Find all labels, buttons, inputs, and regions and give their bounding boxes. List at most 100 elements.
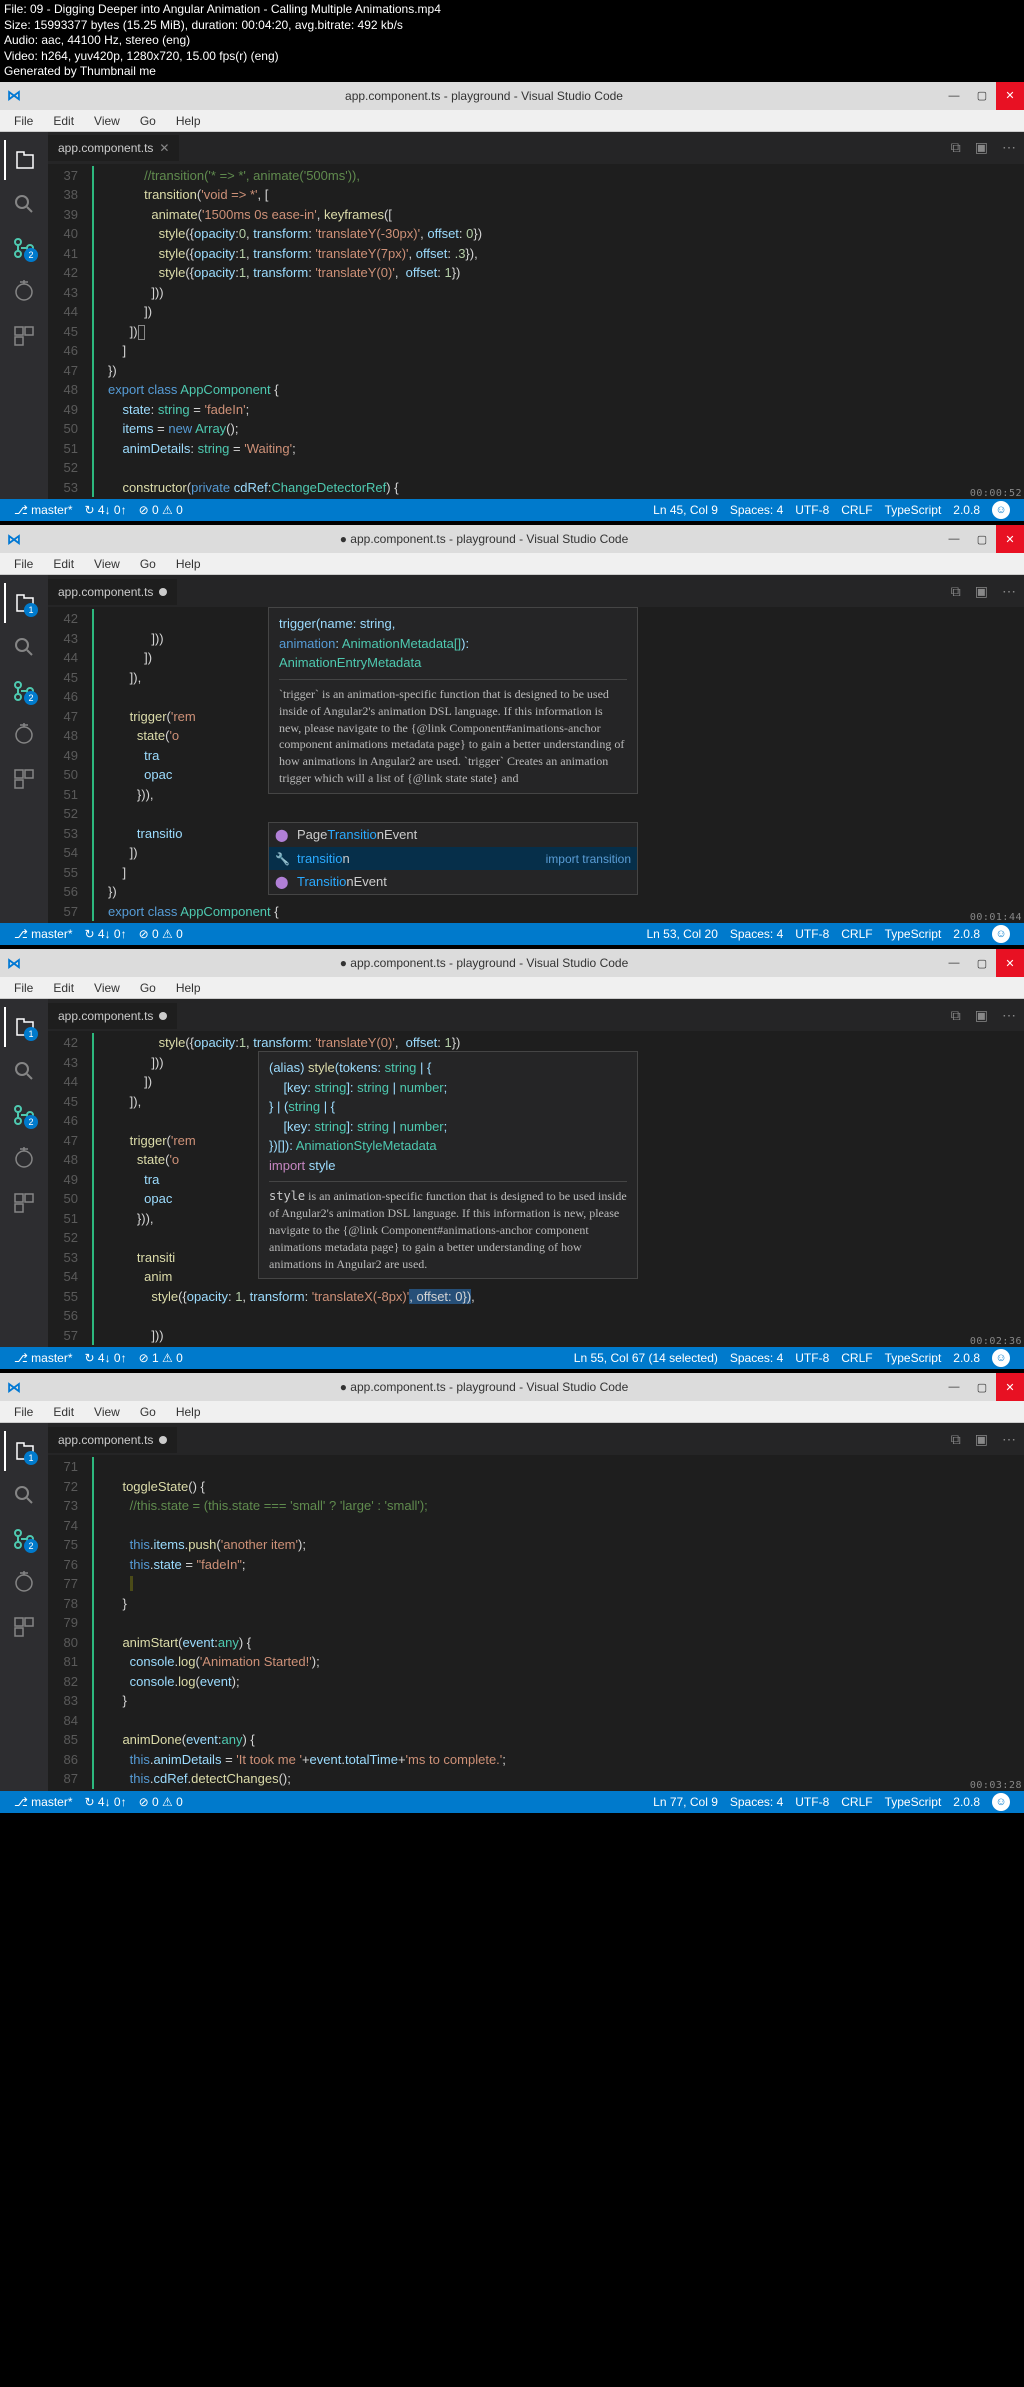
debug-icon[interactable] <box>4 272 44 312</box>
cursor-position[interactable]: Ln 55, Col 67 (14 selected) <box>568 1351 724 1365</box>
code-line[interactable]: 85 animDone(event:any) { <box>48 1730 1024 1750</box>
eol[interactable]: CRLF <box>835 1351 878 1365</box>
debug-icon[interactable] <box>4 1563 44 1603</box>
menu-edit[interactable]: Edit <box>43 112 84 129</box>
git-sync[interactable]: ↻ 4↓ 0↑ <box>79 927 133 941</box>
scm-icon[interactable]: 2 <box>4 1519 44 1559</box>
tab-app-component[interactable]: app.component.ts <box>48 1426 177 1453</box>
scm-icon[interactable]: 2 <box>4 1095 44 1135</box>
eol[interactable]: CRLF <box>835 927 878 941</box>
suggest-item[interactable]: ⬤ PageTransitionEvent <box>269 823 637 847</box>
feedback-icon[interactable]: ☺ <box>986 501 1016 519</box>
maximize-button[interactable]: ▢ <box>968 949 996 977</box>
code-line[interactable]: 77 <box>48 1574 1024 1594</box>
more-icon[interactable]: ⋯ <box>1002 583 1016 600</box>
code-line[interactable]: 73 //this.state = (this.state === 'small… <box>48 1496 1024 1516</box>
close-button[interactable]: ✕ <box>996 82 1024 110</box>
code-line[interactable]: 78 } <box>48 1594 1024 1614</box>
code-line[interactable]: 57 export class AppComponent { <box>48 902 1024 922</box>
encoding[interactable]: UTF-8 <box>789 1795 835 1809</box>
maximize-button[interactable]: ▢ <box>968 82 996 110</box>
indent[interactable]: Spaces: 4 <box>724 503 789 517</box>
debug-icon[interactable] <box>4 1139 44 1179</box>
split-icon[interactable]: ⧉ <box>951 1007 961 1024</box>
language[interactable]: TypeScript <box>879 1795 948 1809</box>
code-line[interactable]: 87 this.cdRef.detectChanges(); <box>48 1769 1024 1789</box>
code-line[interactable]: 71 <box>48 1457 1024 1477</box>
problems[interactable]: ⊘ 1 ⚠ 0 <box>133 1351 189 1365</box>
indent[interactable]: Spaces: 4 <box>724 1351 789 1365</box>
cursor-position[interactable]: Ln 53, Col 20 <box>640 927 723 941</box>
encoding[interactable]: UTF-8 <box>789 927 835 941</box>
code-line[interactable]: 48 export class AppComponent { <box>48 380 1024 400</box>
code-line[interactable]: 76 this.state = "fadeIn"; <box>48 1555 1024 1575</box>
ts-version[interactable]: 2.0.8 <box>947 927 986 941</box>
scm-icon[interactable]: 2 <box>4 228 44 268</box>
split-icon[interactable]: ⧉ <box>951 1431 961 1448</box>
code-line[interactable]: 38 transition('void => *', [ <box>48 185 1024 205</box>
suggest-item[interactable]: ⬤ TransitionEvent <box>269 870 637 894</box>
menu-go[interactable]: Go <box>130 555 166 572</box>
feedback-icon[interactable]: ☺ <box>986 1349 1016 1367</box>
more-icon[interactable]: ⋯ <box>1002 1431 1016 1448</box>
menu-view[interactable]: View <box>84 979 130 996</box>
code-line[interactable]: 83 } <box>48 1691 1024 1711</box>
explorer-icon[interactable] <box>4 140 44 180</box>
split-icon[interactable]: ⧉ <box>951 139 961 156</box>
code-line[interactable]: 46 ] <box>48 341 1024 361</box>
tab-close-icon[interactable]: ✕ <box>159 141 169 155</box>
code-editor[interactable]: 37 //transition('* => *', animate('500ms… <box>48 164 1024 500</box>
menu-help[interactable]: Help <box>166 1403 211 1420</box>
split-icon[interactable]: ⧉ <box>951 583 961 600</box>
menu-view[interactable]: View <box>84 555 130 572</box>
code-line[interactable]: 53 constructor(private cdRef:ChangeDetec… <box>48 478 1024 498</box>
search-icon[interactable] <box>4 1475 44 1515</box>
debug-icon[interactable] <box>4 715 44 755</box>
menu-help[interactable]: Help <box>166 555 211 572</box>
code-line[interactable]: 43 ])) <box>48 283 1024 303</box>
code-line[interactable]: 84 <box>48 1711 1024 1731</box>
scm-icon[interactable]: 2 <box>4 671 44 711</box>
menu-view[interactable]: View <box>84 1403 130 1420</box>
code-line[interactable]: 40 style({opacity:0, transform: 'transla… <box>48 224 1024 244</box>
ts-version[interactable]: 2.0.8 <box>947 1795 986 1809</box>
git-branch[interactable]: ⎇ master* <box>8 927 79 941</box>
explorer-icon[interactable]: 1 <box>4 1007 44 1047</box>
git-branch[interactable]: ⎇ master* <box>8 1795 79 1809</box>
code-line[interactable]: 42 style({opacity:1, transform: 'transla… <box>48 263 1024 283</box>
code-line[interactable]: 49 state: string = 'fadeIn'; <box>48 400 1024 420</box>
code-line[interactable]: 72 toggleState() { <box>48 1477 1024 1497</box>
code-line[interactable]: 86 this.animDetails = 'It took me '+even… <box>48 1750 1024 1770</box>
extensions-icon[interactable] <box>4 1607 44 1647</box>
minimize-button[interactable]: — <box>940 525 968 553</box>
problems[interactable]: ⊘ 0 ⚠ 0 <box>133 503 189 517</box>
more-icon[interactable]: ⋯ <box>1002 139 1016 156</box>
code-line[interactable]: 42 style({opacity:1, transform: 'transla… <box>48 1033 1024 1053</box>
menu-help[interactable]: Help <box>166 979 211 996</box>
git-branch[interactable]: ⎇ master* <box>8 1351 79 1365</box>
code-line[interactable]: 82 console.log(event); <box>48 1672 1024 1692</box>
cursor-position[interactable]: Ln 45, Col 9 <box>647 503 724 517</box>
minimize-button[interactable]: — <box>940 82 968 110</box>
code-line[interactable]: 74 <box>48 1516 1024 1536</box>
tab-app-component[interactable]: app.component.ts ✕ <box>48 134 179 161</box>
menu-go[interactable]: Go <box>130 112 166 129</box>
menu-file[interactable]: File <box>4 555 43 572</box>
code-line[interactable]: 37 //transition('* => *', animate('500ms… <box>48 166 1024 186</box>
layout-icon[interactable]: ▣ <box>975 583 988 600</box>
problems[interactable]: ⊘ 0 ⚠ 0 <box>133 927 189 941</box>
tab-app-component[interactable]: app.component.ts <box>48 1002 177 1029</box>
code-line[interactable]: 75 this.items.push('another item'); <box>48 1535 1024 1555</box>
code-line[interactable]: 80 animStart(event:any) { <box>48 1633 1024 1653</box>
minimize-button[interactable]: — <box>940 1373 968 1401</box>
language[interactable]: TypeScript <box>879 503 948 517</box>
code-line[interactable]: 39 animate('1500ms 0s ease-in', keyframe… <box>48 205 1024 225</box>
explorer-icon[interactable]: 1 <box>4 583 44 623</box>
code-line[interactable]: 47 }) <box>48 361 1024 381</box>
search-icon[interactable] <box>4 627 44 667</box>
extensions-icon[interactable] <box>4 1183 44 1223</box>
indent[interactable]: Spaces: 4 <box>724 1795 789 1809</box>
menu-file[interactable]: File <box>4 1403 43 1420</box>
feedback-icon[interactable]: ☺ <box>986 1793 1016 1811</box>
extensions-icon[interactable] <box>4 759 44 799</box>
